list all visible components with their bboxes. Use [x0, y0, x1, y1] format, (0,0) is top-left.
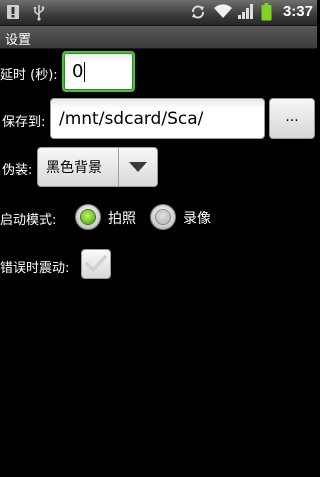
dropdown-arrow-icon [119, 161, 157, 173]
start-mode-label: 启动模式: [0, 213, 57, 228]
usb-icon [32, 4, 50, 21]
wifi-icon [213, 3, 232, 20]
delay-label: 延时 (秒): [0, 68, 58, 83]
text-cursor [84, 61, 86, 82]
vibrate-checkbox[interactable] [81, 249, 111, 279]
radio-selected-dot [81, 210, 95, 224]
radio-video[interactable] [150, 204, 176, 230]
save-path-value: /mnt/sdcard/Sca/ [59, 108, 204, 129]
status-bar: 3:37 [0, 0, 317, 26]
status-clock: 3:37 [282, 3, 313, 20]
radio-unselected-dot [156, 210, 170, 224]
disguise-dropdown[interactable]: 黑色背景 [37, 147, 158, 187]
radio-video-label[interactable]: 录像 [183, 208, 211, 228]
battery-icon [261, 3, 273, 21]
radio-photo-label[interactable]: 拍照 [108, 208, 136, 228]
notification-icon [6, 4, 24, 21]
disguise-label: 伪装: [2, 163, 33, 178]
delay-value: 0 [72, 61, 84, 82]
signal-icon [237, 3, 255, 20]
browse-button[interactable]: ... [269, 98, 315, 139]
disguise-selected: 黑色背景 [46, 160, 102, 176]
checkmark-icon [85, 255, 107, 272]
browse-button-label: ... [285, 108, 299, 125]
save-path-input[interactable]: /mnt/sdcard/Sca/ [50, 98, 265, 139]
radio-photo[interactable] [75, 204, 101, 230]
sync-icon [189, 3, 207, 20]
vibrate-label: 错误时震动: [0, 261, 70, 276]
delay-input[interactable]: 0 [62, 51, 135, 92]
title-bar: 设置 [0, 26, 317, 49]
save-to-label: 保存到: [2, 115, 46, 130]
page-title: 设置 [5, 33, 32, 48]
